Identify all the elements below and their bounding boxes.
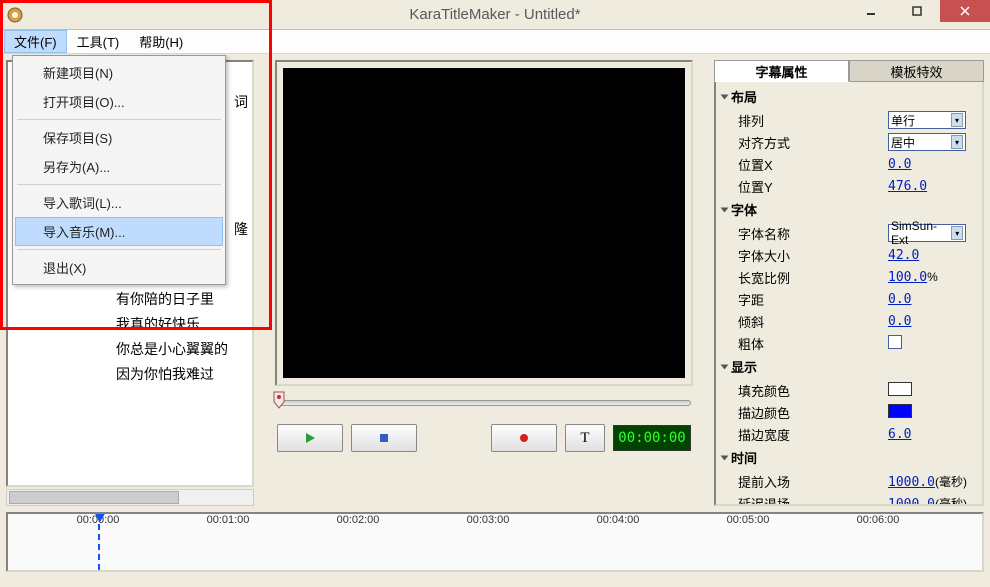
prop-delay-value[interactable]: 1000.0 [888, 497, 935, 507]
timeline[interactable]: 00:00:00 00:01:00 00:02:00 00:03:00 00:0… [6, 512, 984, 572]
play-button[interactable] [277, 424, 343, 452]
prop-prein-label: 提前入场 [738, 472, 888, 491]
prop-fontsize-label: 字体大小 [738, 246, 888, 265]
preview-panel: T 00:00:00 [260, 60, 708, 506]
menu-new-project[interactable]: 新建项目(N) [15, 58, 223, 87]
lyric-line[interactable]: 我真的好快乐 [116, 312, 228, 337]
lyric-line[interactable]: 词 [234, 90, 248, 115]
ruler-mark: 00:03:00 [467, 514, 510, 526]
ruler-mark: 00:04:00 [597, 514, 640, 526]
menu-separator [17, 184, 221, 185]
prop-italic-label: 倾斜 [738, 312, 888, 331]
lyric-line[interactable]: 因为你怕我难过 [116, 362, 228, 387]
prop-prein-value[interactable]: 1000.0 [888, 475, 935, 490]
lyrics-horizontal-scrollbar[interactable] [6, 489, 254, 506]
file-menu-dropdown: 新建项目(N) 打开项目(O)... 保存项目(S) 另存为(A)... 导入歌… [12, 55, 226, 285]
menu-exit[interactable]: 退出(X) [15, 253, 223, 282]
tab-subtitle-props[interactable]: 字幕属性 [714, 60, 849, 82]
menu-import-lyric[interactable]: 导入歌词(L)... [15, 188, 223, 217]
menu-open-project[interactable]: 打开项目(O)... [15, 87, 223, 116]
lyric-line[interactable]: 隆 [234, 217, 248, 242]
lyric-line[interactable]: 有你陪的日子里 [116, 287, 228, 312]
window-title: KaraTitleMaker - Untitled* [0, 6, 990, 23]
prop-kerning-value[interactable]: 0.0 [888, 292, 911, 307]
playhead[interactable] [98, 514, 100, 570]
menu-import-music[interactable]: 导入音乐(M)... [15, 217, 223, 246]
slider-thumb-icon[interactable] [273, 391, 285, 409]
prop-align-label: 对齐方式 [738, 133, 888, 152]
minimize-button[interactable] [848, 0, 894, 22]
prop-posy-label: 位置Y [738, 177, 888, 196]
stop-button[interactable] [351, 424, 417, 452]
menu-file[interactable]: 文件(F) [4, 30, 67, 53]
prop-fontname-label: 字体名称 [738, 224, 888, 243]
prop-kerning-label: 字距 [738, 290, 888, 309]
prop-strokewidth-label: 描边宽度 [738, 425, 888, 444]
prop-fontsize-value[interactable]: 42.0 [888, 248, 919, 263]
menu-tools[interactable]: 工具(T) [67, 30, 130, 53]
prop-posx-value[interactable]: 0.0 [888, 157, 911, 172]
prop-aspect-label: 长宽比例 [738, 268, 888, 287]
menu-save-as[interactable]: 另存为(A)... [15, 152, 223, 181]
playback-slider[interactable] [277, 400, 691, 406]
timeline-ruler: 00:00:00 00:01:00 00:02:00 00:03:00 00:0… [8, 514, 982, 544]
prop-strokecolor-label: 描边颜色 [738, 403, 888, 422]
video-preview [283, 68, 685, 378]
prop-bold-label: 粗体 [738, 334, 888, 353]
maximize-button[interactable] [894, 0, 940, 22]
prop-fillcolor-swatch[interactable] [888, 382, 912, 396]
prop-strokewidth-value[interactable]: 6.0 [888, 427, 911, 442]
prop-posy-value[interactable]: 476.0 [888, 179, 927, 194]
group-layout[interactable]: 布局 [720, 84, 978, 109]
ruler-mark: 00:02:00 [337, 514, 380, 526]
prop-align-value[interactable]: 居中▾ [888, 133, 966, 151]
prop-bold-checkbox[interactable] [888, 335, 902, 349]
record-button[interactable] [491, 424, 557, 452]
menu-help[interactable]: 帮助(H) [129, 30, 193, 53]
prop-delay-label: 延迟退场 [738, 494, 888, 507]
ruler-mark: 00:01:00 [207, 514, 250, 526]
close-button[interactable] [940, 0, 990, 22]
ruler-mark: 00:05:00 [727, 514, 770, 526]
menu-separator [17, 249, 221, 250]
ruler-mark: 00:06:00 [857, 514, 900, 526]
prop-aspect-value[interactable]: 100.0 [888, 270, 927, 285]
prop-italic-value[interactable]: 0.0 [888, 314, 911, 329]
prop-fontname-value[interactable]: SimSun-Ext▾ [888, 224, 966, 242]
menu-bar: 文件(F) 工具(T) 帮助(H) [0, 30, 990, 54]
prop-fillcolor-label: 填充颜色 [738, 381, 888, 400]
prop-posx-label: 位置X [738, 155, 888, 174]
group-time[interactable]: 时间 [720, 445, 978, 470]
prop-arrange-label: 排列 [738, 111, 888, 130]
group-display[interactable]: 显示 [720, 354, 978, 379]
lyric-line[interactable]: 你总是小心翼翼的 [116, 337, 228, 362]
menu-save-project[interactable]: 保存项目(S) [15, 123, 223, 152]
text-tool-button[interactable]: T [565, 424, 605, 452]
menu-separator [17, 119, 221, 120]
window-titlebar: KaraTitleMaker - Untitled* [0, 0, 990, 30]
prop-arrange-value[interactable]: 单行▾ [888, 111, 966, 129]
prop-strokecolor-swatch[interactable] [888, 404, 912, 418]
timecode-display: 00:00:00 [613, 425, 691, 451]
tab-template-fx[interactable]: 模板特效 [849, 60, 984, 82]
properties-panel: 字幕属性 模板特效 布局 排列单行▾ 对齐方式居中▾ 位置X0.0 位置Y476… [714, 60, 984, 506]
